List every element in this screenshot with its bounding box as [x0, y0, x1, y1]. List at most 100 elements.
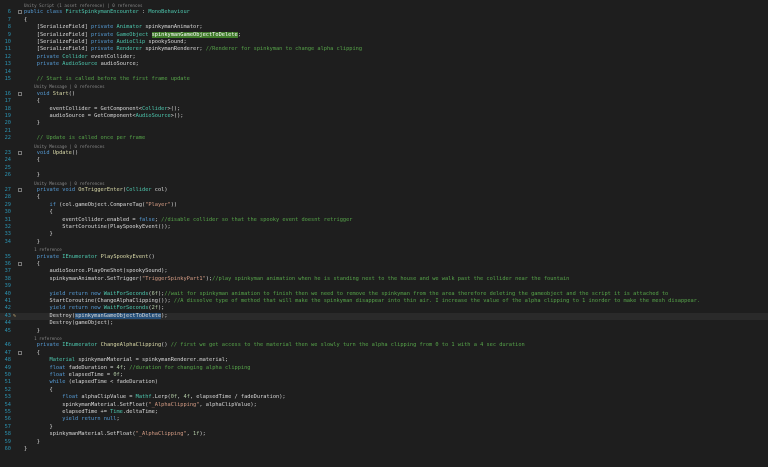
- codelens-text: Unity Message | 0 references: [24, 143, 105, 150]
- code-line: 32 StartCoroutine(PlaySpookyEvent());: [0, 224, 768, 231]
- line-number: 19: [4, 113, 11, 119]
- code-token: (col.gameObject.CompareTag(: [59, 201, 146, 208]
- code-line: 11 [SerializeField] private Renderer spi…: [0, 46, 768, 53]
- code-token: false: [138, 216, 155, 223]
- line-number: 40: [4, 290, 11, 297]
- code-text: if (col.gameObject.CompareTag("Player")): [24, 201, 178, 209]
- line-number: 53: [4, 394, 11, 401]
- code-editor[interactable]: Unity Script (1 asset reference) | 0 ref…: [0, 0, 768, 467]
- codelens-hint[interactable]: Unity Message | 0 references: [0, 143, 768, 150]
- code-token: private: [36, 342, 63, 349]
- line-number: 6: [7, 9, 11, 16]
- code-line: 33 }: [0, 231, 768, 238]
- code-token: if: [49, 201, 60, 208]
- code-token: WaitForSeconds: [103, 305, 149, 312]
- code-token: (): [148, 253, 155, 260]
- code-token: }: [24, 120, 40, 127]
- code-token: (): [161, 342, 171, 349]
- code-token: audioSource.PlayOneShot(spookySound);: [24, 268, 168, 275]
- code-token: {: [24, 98, 40, 105]
- code-text: {: [24, 261, 40, 268]
- line-number: 46: [4, 342, 11, 349]
- fold-toggle-icon[interactable]: [18, 91, 22, 96]
- line-number: 12: [4, 53, 11, 60]
- fold-toggle-icon[interactable]: [18, 151, 22, 155]
- codelens-hint[interactable]: 1 reference: [0, 246, 768, 253]
- code-token: Animator: [116, 24, 146, 31]
- code-line: 35 private IEnumerator PlaySpookyEvent(): [0, 254, 768, 261]
- code-token: [SerializeField]: [24, 39, 91, 45]
- code-text: {: [24, 194, 40, 201]
- line-number: 7: [7, 16, 11, 23]
- code-text: StartCoroutine(ChangeAlphaClipping()); /…: [24, 298, 701, 305]
- code-text: {: [24, 350, 40, 357]
- code-line: 38 spinkymanAnimator.SetTrigger("Trigger…: [0, 276, 768, 283]
- fold-toggle-icon[interactable]: [18, 262, 22, 266]
- code-line: 55 elapsedTime += Time.deltaTime;: [0, 409, 768, 416]
- code-token: public class: [24, 9, 66, 16]
- code-token: >();: [167, 105, 181, 112]
- code-token: while: [49, 379, 69, 386]
- code-token: spinkymanGameObjectToDelete: [75, 312, 162, 319]
- code-text: }: [24, 446, 27, 453]
- fold-toggle-icon[interactable]: [18, 188, 22, 192]
- code-token: "TriggerSpinkyPart1": [142, 275, 206, 282]
- line-number: 17: [4, 98, 11, 105]
- code-token: float: [49, 364, 69, 371]
- code-text: {: [24, 98, 40, 105]
- code-token: );: [161, 312, 168, 319]
- code-token: Collider: [62, 53, 91, 60]
- code-token: // Start is called before the first fram…: [24, 76, 190, 82]
- line-number: 14: [4, 68, 11, 75]
- code-text: }: [24, 231, 53, 238]
- line-number: 52: [4, 386, 11, 393]
- code-text: [SerializeField] private AudioClip spook…: [24, 39, 187, 46]
- codelens-hint[interactable]: Unity Message | 0 references: [0, 83, 768, 90]
- code-text: {: [24, 209, 53, 216]
- code-line: 59 }: [0, 439, 768, 446]
- code-text: spinkymanAnimator.SetTrigger("TriggerSpi…: [24, 275, 570, 283]
- pencil-icon: ✎: [13, 312, 17, 319]
- code-token: }: [24, 172, 40, 179]
- code-token: Material: [49, 357, 79, 364]
- code-line: 34 }: [0, 239, 768, 246]
- code-text: private IEnumerator PlaySpookyEvent(): [24, 254, 155, 261]
- line-number: 9: [7, 31, 11, 38]
- code-text: elapsedTime += Time.deltaTime;: [24, 409, 158, 416]
- code-token: }: [24, 423, 53, 430]
- code-text: yield return null;: [24, 416, 119, 423]
- code-token: StartCoroutine(PlaySpookyEvent());: [24, 224, 171, 230]
- fold-toggle-icon[interactable]: [18, 350, 22, 355]
- codelens-hint[interactable]: Unity Message | 0 references: [0, 180, 768, 187]
- fold-toggle-icon[interactable]: [18, 10, 22, 15]
- code-token: "_AlphaClipping": [148, 401, 200, 408]
- code-token: }: [24, 327, 40, 334]
- code-token: OnTriggerEnter: [78, 187, 123, 193]
- code-line: 36 {: [0, 261, 768, 268]
- code-token: )): [170, 201, 178, 208]
- codelens-hint[interactable]: 1 reference: [0, 335, 768, 342]
- code-line: 8 [SerializeField] private Animator spin…: [0, 24, 768, 31]
- code-line: 26 }: [0, 172, 768, 179]
- code-text: float fadeDuration = 4f; //duration for …: [24, 364, 251, 372]
- code-line: 27 private void OnTriggerEnter(Collider …: [0, 187, 768, 194]
- code-token: private: [36, 253, 63, 260]
- codelens-text: 1 reference: [24, 246, 62, 253]
- code-token: eventCollider;: [90, 53, 136, 60]
- line-number: 26: [4, 172, 11, 179]
- code-text: audioSource = GetComponent<AudioSource>(…: [24, 113, 184, 120]
- line-number: 51: [4, 379, 11, 386]
- code-token: fadeDuration =: [68, 364, 117, 371]
- code-line: 51 while (elapsedTime < fadeDuration): [0, 379, 768, 386]
- code-text: spinkymanMaterial.SetFloat("_AlphaClippi…: [24, 402, 257, 409]
- code-text: float alphaClipValue = Mathf.Lerp(0f, 4f…: [24, 394, 285, 401]
- code-line: 40 yield return new WaitForSeconds(6f);/…: [0, 291, 768, 298]
- codelens-hint[interactable]: Unity Script (1 asset reference) | 0 ref…: [0, 2, 768, 9]
- code-token: {: [24, 209, 53, 216]
- line-number: 30: [4, 209, 11, 216]
- code-line: 50 float elapsedTime = 0f;: [0, 372, 768, 379]
